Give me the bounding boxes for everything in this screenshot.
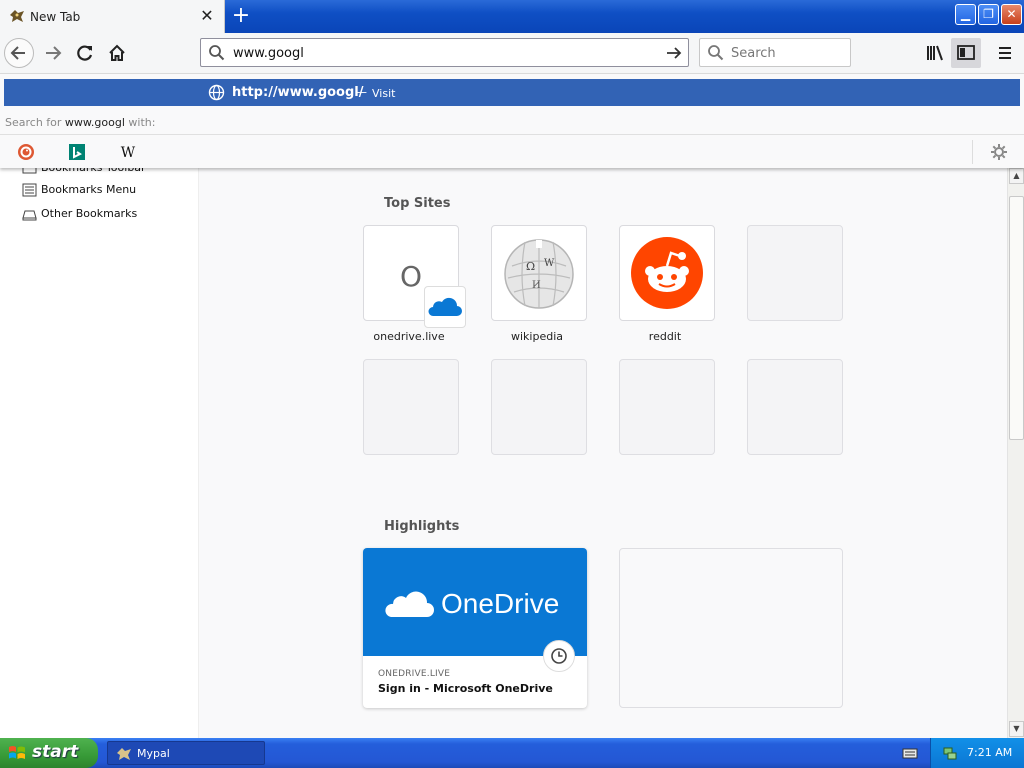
mypal-favicon-icon — [10, 10, 24, 22]
search-for-label: Search for www.googl with: — [5, 116, 156, 129]
onedrive-cloud-icon — [385, 591, 434, 617]
highlight-site: ONEDRIVE.LIVE — [378, 669, 451, 679]
navigation-toolbar — [0, 33, 1024, 74]
search-icon — [209, 45, 225, 61]
autocomplete-suggestion-visit[interactable]: http://www.googl/ — Visit — [4, 79, 1020, 106]
svg-text:W: W — [544, 258, 555, 269]
top-site-tile-empty[interactable] — [747, 359, 843, 455]
close-tab-icon[interactable]: ✕ — [198, 6, 216, 26]
svg-text:Ω: Ω — [526, 260, 535, 273]
scroll-down-arrow-icon[interactable]: ▼ — [1009, 721, 1024, 737]
search-icon — [708, 45, 724, 61]
start-label: start — [32, 742, 79, 762]
autocomplete-popup: http://www.googl/ — Visit Search for www… — [0, 74, 1024, 168]
restore-window-button[interactable]: ❐ — [978, 4, 999, 25]
globe-icon — [208, 84, 225, 101]
url-input[interactable] — [233, 43, 653, 63]
highlights-title: Highlights — [384, 519, 460, 534]
scroll-thumb[interactable] — [1009, 196, 1024, 440]
suggestion-url: http://www.googl/ — [232, 85, 364, 100]
network-icon[interactable] — [942, 745, 958, 761]
highlight-card-empty — [619, 548, 843, 708]
onedrive-wordmark: OneDrive — [441, 588, 560, 619]
other-bookmarks-icon — [22, 210, 37, 221]
top-site-tile-empty[interactable] — [363, 359, 459, 455]
bookmarks-menu-icon — [22, 183, 37, 197]
start-button[interactable]: start — [0, 738, 98, 768]
bing-icon[interactable] — [66, 141, 88, 163]
top-site-tile-reddit[interactable] — [619, 225, 715, 321]
highlight-card-onedrive[interactable]: OneDrive ONEDRIVE.LIVE Sign in - Microso… — [363, 548, 587, 708]
keyboard-icon[interactable] — [902, 746, 918, 760]
back-arrow-icon[interactable] — [4, 38, 34, 68]
top-site-label: onedrive.live — [373, 330, 445, 343]
svg-text:И: И — [532, 280, 541, 291]
tab-title: New Tab — [30, 10, 81, 24]
one-off-search-engines: W — [0, 134, 1024, 168]
top-site-label: wikipedia — [510, 330, 563, 343]
top-site-tile-wikipedia[interactable]: Ω W И — [491, 225, 587, 321]
clock-icon — [543, 640, 575, 672]
page-scrollbar[interactable]: ▲ ▼ — [1007, 168, 1024, 738]
taskbar-clock: 7:21 AM — [967, 746, 1013, 759]
reload-icon[interactable] — [70, 38, 100, 68]
reddit-alien-icon — [631, 237, 703, 309]
windows-flag-icon — [9, 746, 25, 759]
top-site-tile-onedrive[interactable]: O — [363, 225, 466, 328]
mypal-favicon-icon — [117, 748, 131, 760]
new-tab-plus-icon[interactable]: + — [229, 4, 253, 28]
url-bar[interactable] — [200, 38, 689, 67]
sidebar-toggle-icon[interactable] — [951, 38, 981, 68]
gear-icon[interactable] — [988, 141, 1010, 163]
taskbar-item-mypal[interactable]: Mypal — [107, 741, 265, 765]
windows-taskbar: start Mypal 7:21 AM — [0, 738, 1024, 768]
tab-new-tab[interactable]: New Tab ✕ — [0, 0, 225, 33]
svg-text:W: W — [121, 145, 136, 161]
search-input[interactable] — [731, 44, 846, 62]
search-term: www.googl — [64, 116, 125, 129]
wikipedia-globe-icon: Ω W И — [504, 239, 574, 309]
go-arrow-icon[interactable] — [664, 43, 684, 63]
search-bar[interactable] — [699, 38, 851, 67]
forward-arrow-icon[interactable] — [38, 38, 68, 68]
highlight-title: Sign in - Microsoft OneDrive — [378, 682, 553, 695]
title-bar: New Tab ✕ + ▁ ❐ ✕ — [0, 0, 1024, 33]
top-site-tile-empty[interactable] — [619, 359, 715, 455]
suggestion-action: Visit — [372, 87, 396, 100]
top-site-tile-empty[interactable] — [491, 359, 587, 455]
scroll-up-arrow-icon[interactable]: ▲ — [1009, 168, 1024, 184]
top-site-tile-empty[interactable] — [747, 225, 843, 321]
bookmarks-sidebar: Bookmarks Toolbar Bookmarks Menu Other B… — [0, 161, 199, 738]
hamburger-menu-icon[interactable] — [990, 38, 1020, 68]
close-window-button[interactable]: ✕ — [1001, 4, 1022, 25]
top-sites-title: Top Sites — [384, 196, 451, 211]
library-icon[interactable] — [920, 38, 950, 68]
wikipedia-icon[interactable]: W — [117, 141, 139, 163]
top-site-label: reddit — [648, 330, 682, 343]
engines-divider — [972, 140, 973, 164]
minimize-window-button[interactable]: ▁ — [955, 4, 976, 25]
system-tray: 7:21 AM — [930, 738, 1024, 768]
suggestion-separator: — — [355, 85, 367, 99]
onedrive-cloud-icon — [424, 286, 466, 328]
home-icon[interactable] — [102, 38, 132, 68]
new-tab-page: Top Sites O onedrive.live Ω W И wikipedi… — [199, 168, 1007, 738]
duckduckgo-icon[interactable] — [15, 141, 37, 163]
